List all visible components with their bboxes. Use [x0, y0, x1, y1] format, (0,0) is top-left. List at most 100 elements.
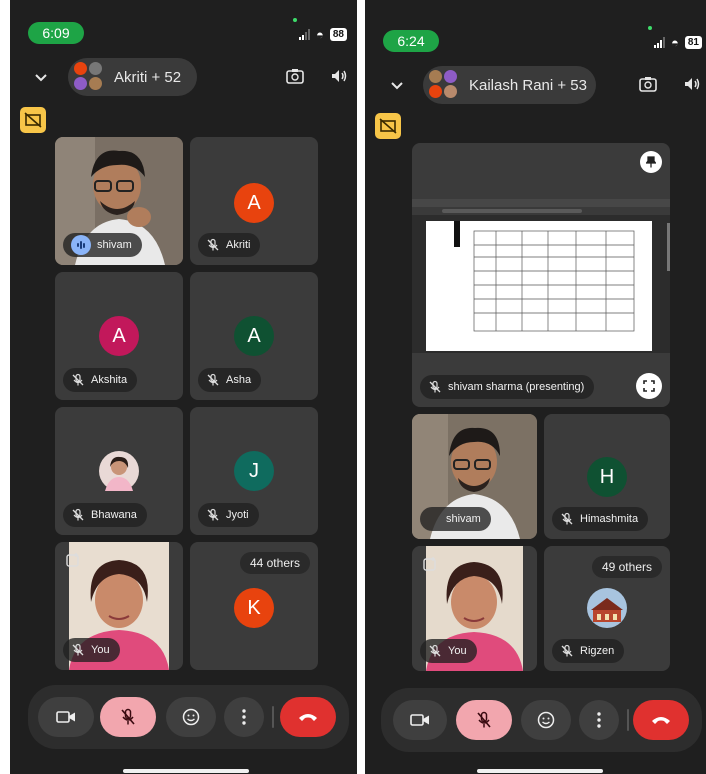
participant-tile-shivam[interactable]: shivam [55, 137, 183, 265]
signal-icon [654, 37, 666, 48]
avatar: A [234, 183, 274, 223]
speaking-indicator-icon [71, 235, 91, 255]
participant-name: You [91, 644, 110, 656]
mic-toggle-button[interactable] [456, 700, 512, 740]
home-indicator[interactable] [123, 769, 249, 773]
end-call-button[interactable] [633, 700, 689, 740]
mic-off-icon [207, 238, 219, 251]
avatar: H [587, 457, 627, 497]
participant-tile-you[interactable]: You [412, 546, 537, 671]
chevron-down-icon[interactable] [391, 80, 403, 92]
reactions-button[interactable] [521, 700, 571, 740]
profile-photo-bhawana [99, 451, 139, 491]
participant-name: Akshita [91, 374, 128, 386]
end-call-button[interactable] [280, 697, 336, 737]
wifi-icon: ◓ [316, 27, 324, 42]
fullscreen-button[interactable] [636, 373, 662, 399]
participant-tile-asha[interactable]: A Asha [190, 272, 318, 400]
status-icons: ◓ 81 [654, 35, 702, 50]
chevron-down-icon[interactable] [35, 72, 47, 84]
participant-tile-jyoti[interactable]: J Jyoti [190, 407, 318, 535]
shared-screen-content [412, 199, 670, 353]
participant-name: You [448, 645, 467, 657]
fullscreen-icon [643, 380, 655, 392]
camera-toggle-button[interactable] [393, 700, 447, 740]
add-effect-icon[interactable] [65, 552, 81, 568]
participant-name: Asha [226, 374, 252, 386]
name-chip: You [63, 638, 120, 662]
mic-off-icon [72, 643, 84, 656]
call-participants-pill[interactable]: Kailash Rani + 53 [423, 66, 596, 104]
name-chip: Rigzen [552, 639, 625, 663]
video-camera-icon [410, 714, 429, 726]
privacy-dot [293, 18, 297, 22]
controls-divider [627, 709, 629, 731]
controls-divider [272, 706, 274, 728]
pin-icon [646, 156, 656, 168]
more-vertical-icon [597, 712, 601, 728]
avatar: A [99, 316, 139, 356]
speaker-icon[interactable] [330, 68, 348, 84]
switch-camera-icon[interactable] [286, 68, 304, 84]
participant-tile-akshita[interactable]: A Akshita [55, 272, 183, 400]
mic-toggle-button[interactable] [100, 697, 156, 737]
others-tile[interactable]: 49 others Rigzen [544, 546, 670, 671]
home-indicator[interactable] [477, 769, 603, 773]
mic-off-icon [429, 644, 441, 657]
participant-tile-bhawana[interactable]: Bhawana [55, 407, 183, 535]
name-chip: shivam [63, 233, 142, 257]
name-chip: You [420, 639, 477, 663]
wifi-icon: ◓ [671, 35, 679, 50]
participant-avatars [74, 62, 104, 92]
call-title: Kailash Rani + 53 [469, 76, 587, 94]
mic-off-icon [207, 373, 219, 386]
captions-badge-icon[interactable] [20, 107, 46, 133]
presentation-tile[interactable]: shivam sharma (presenting) [412, 143, 670, 407]
mic-off-icon [72, 373, 84, 386]
captions-badge-icon[interactable] [375, 113, 401, 139]
clock-pill: 6:09 [28, 22, 84, 44]
mic-off-icon [121, 708, 135, 725]
avatar: J [234, 451, 274, 491]
others-tile[interactable]: 44 others K [190, 542, 318, 670]
more-vertical-icon [242, 709, 246, 725]
participant-tile-you[interactable]: You [55, 542, 183, 670]
right-phone-screen: 6:24 ◓ 81 Kailash Rani + 53 shivam sharm… [365, 0, 706, 774]
more-options-button[interactable] [579, 700, 619, 740]
participant-avatars [429, 70, 459, 100]
participant-tile-shivam[interactable]: shivam [412, 414, 537, 539]
participant-name: Bhawana [91, 509, 137, 521]
call-title: Akriti + 52 [114, 68, 182, 86]
name-chip: Asha [198, 368, 262, 392]
pin-button[interactable] [640, 151, 662, 173]
speaker-icon[interactable] [683, 76, 701, 92]
participant-name: shivam [97, 239, 132, 251]
status-bar: 6:09 ◓ 88 [10, 0, 357, 52]
add-effect-icon[interactable] [422, 556, 438, 572]
privacy-dot [648, 26, 652, 30]
participant-tile-akriti[interactable]: A Akriti [190, 137, 318, 265]
hang-up-icon [652, 717, 670, 724]
participant-name: Akriti [226, 239, 251, 251]
participant-tile-himashmita[interactable]: H Himashmita [544, 414, 670, 539]
name-chip: shivam [420, 507, 491, 531]
status-bar: 6:24 ◓ 81 [365, 0, 706, 52]
reactions-button[interactable] [166, 697, 216, 737]
mic-off-icon [561, 644, 573, 657]
status-icons: ◓ 88 [299, 27, 347, 42]
name-chip: Jyoti [198, 503, 259, 527]
camera-toggle-button[interactable] [38, 697, 94, 737]
name-chip: Akriti [198, 233, 261, 257]
mic-off-icon [207, 508, 219, 521]
call-participants-pill[interactable]: Akriti + 52 [68, 58, 197, 96]
call-header: Kailash Rani + 53 [365, 64, 706, 108]
smiley-icon [182, 708, 200, 726]
switch-camera-icon[interactable] [639, 76, 657, 92]
more-options-button[interactable] [224, 697, 264, 737]
profile-photo-rigzen [587, 588, 627, 628]
participant-name: shivam [446, 513, 481, 525]
battery-icon: 88 [329, 28, 347, 41]
participant-name: Jyoti [226, 509, 249, 521]
smiley-icon [537, 711, 555, 729]
battery-icon: 81 [684, 36, 702, 49]
